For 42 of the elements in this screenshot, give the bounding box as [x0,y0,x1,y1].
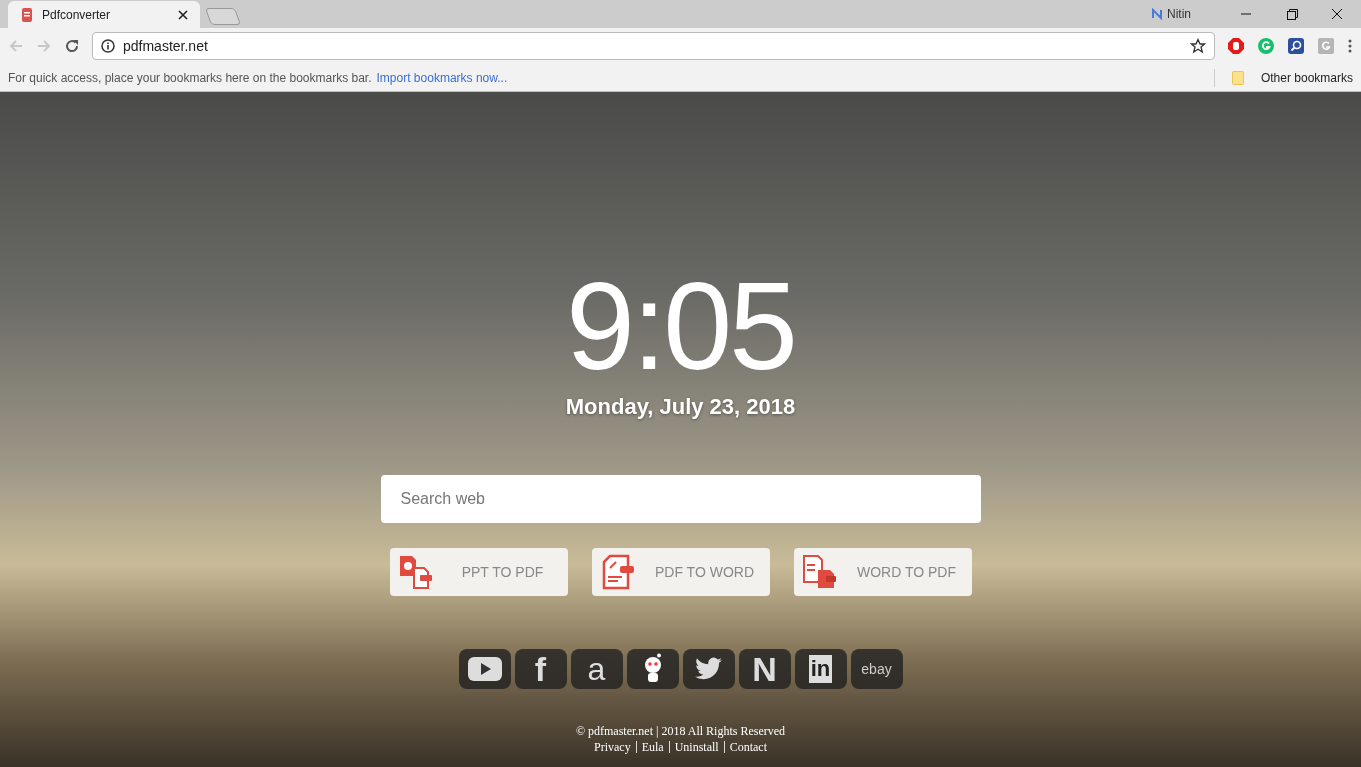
menu-icon[interactable] [1347,38,1353,54]
clock-date: Monday, July 23, 2018 [565,393,796,421]
clock-time: 9:05 [566,266,795,386]
play-icon [467,657,502,681]
profile-icon [1151,8,1163,20]
logo-text: ebay [861,659,892,679]
search-icon[interactable] [1287,37,1305,55]
folder-icon [1231,70,1244,85]
close-icon[interactable] [178,9,188,20]
document-icon [20,6,34,23]
star-icon[interactable] [1190,38,1206,54]
logo-text: in [808,655,833,683]
shortcut-tile[interactable]: in [794,649,847,689]
word-file-icon [801,554,838,590]
shortcut-tile[interactable] [682,649,735,689]
footer-link[interactable]: Eula [641,739,664,755]
copyright-text: © pdfmaster.net | 2018 All Rights Reserved [575,723,786,739]
logo-text: f [534,652,547,686]
shortcut-tile[interactable]: a [570,649,623,689]
shortcut-tile[interactable] [626,649,679,689]
other-bookmarks[interactable]: Other bookmarks [1260,68,1353,87]
shortcut-tile[interactable] [458,649,511,689]
browser-tab[interactable]: Pdfconverter [8,1,200,28]
footer-link[interactable]: Privacy [594,739,631,755]
search-field[interactable]: Search web [380,475,981,523]
tab-title: Pdfconverter [42,6,112,24]
footer-link[interactable]: Contact [729,739,767,755]
url-text: pdfmaster.net [123,36,209,56]
shortcut-tile[interactable]: N [738,649,791,689]
address-bar[interactable]: pdfmaster.net [92,32,1215,60]
footer-link[interactable]: Uninstall [674,739,719,755]
logo-text: N [752,652,777,686]
reload-icon[interactable] [64,38,80,54]
bookmarks-hint: For quick access, place your bookmarks here on the bookmarks bar. [8,69,372,87]
shortcut-tile[interactable]: ebay [850,649,903,689]
presentation-file-icon [397,554,434,590]
bird-icon [694,657,723,681]
shortcut-tile[interactable]: f [514,649,567,689]
import-bookmarks-link[interactable]: Import bookmarks now... [376,68,508,87]
logo-text: a [587,653,606,685]
info-icon [101,39,115,53]
profile-name[interactable]: Nitin [1167,5,1191,23]
